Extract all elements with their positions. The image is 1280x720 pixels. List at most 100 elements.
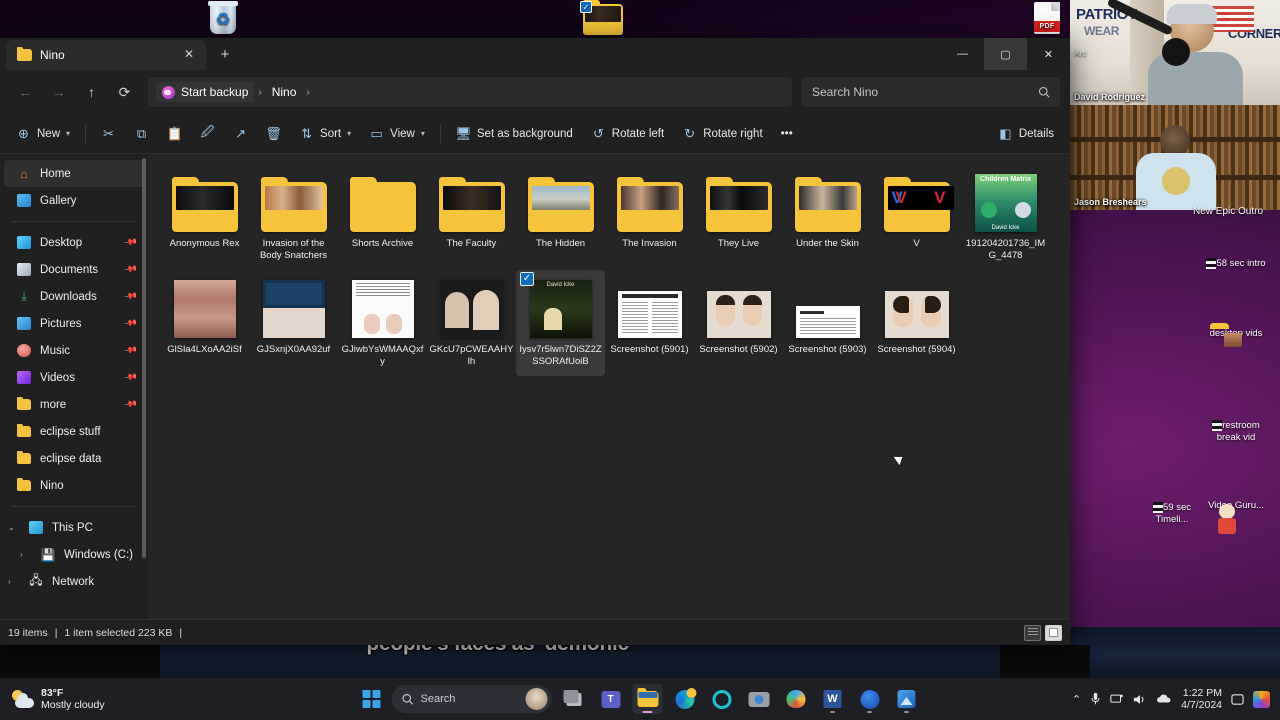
sidebar-item-nino[interactable]: Nino — [4, 472, 144, 499]
avatar[interactable] — [525, 688, 548, 710]
desktop-icon-desktop-vids[interactable]: desktop vids — [1202, 328, 1270, 347]
breadcrumb-item-nino[interactable]: Nino — [266, 82, 303, 102]
taskbar-browser-blue[interactable] — [855, 684, 885, 714]
new-tab-button[interactable]: + — [212, 42, 238, 68]
sidebar-item-pictures[interactable]: Pictures 📌 — [4, 310, 144, 337]
file-item[interactable]: Under the Skin — [783, 164, 872, 270]
taskbar-file-explorer[interactable] — [632, 684, 663, 714]
desktop-icon-video-guru[interactable]: Video.Guru... — [1202, 500, 1270, 534]
tray-overflow-button[interactable]: ⌃ — [1072, 693, 1081, 706]
chevron-right-icon[interactable]: › — [20, 550, 32, 559]
volume-icon[interactable] — [1133, 693, 1147, 706]
taskbar-edge[interactable] — [670, 684, 700, 714]
file-item[interactable]: GJSxnjX0AA92uf — [249, 270, 338, 376]
desktop-icon-pdf[interactable] — [1016, 2, 1078, 37]
refresh-button[interactable]: ⟳ — [109, 77, 140, 108]
file-item[interactable]: Invasion of the Body Snatchers — [249, 164, 338, 270]
tab-close-button[interactable]: ✕ — [180, 46, 198, 64]
file-item[interactable]: They Live — [694, 164, 783, 270]
taskbar-search[interactable]: Search — [391, 685, 552, 713]
sidebar-item-documents[interactable]: Documents 📌 — [4, 256, 144, 283]
sidebar-item-music[interactable]: Music 📌 — [4, 337, 144, 364]
video-participant-bottom[interactable]: Jason Breshears — [1070, 105, 1280, 210]
taskbar-task-view[interactable] — [559, 684, 589, 714]
list-view-toggle[interactable] — [1024, 624, 1041, 641]
rename-button[interactable]: 🖉 — [192, 121, 223, 146]
sidebar-item-network[interactable]: › 🖧 Network — [4, 568, 144, 595]
start-button[interactable] — [359, 686, 385, 712]
file-item[interactable]: Anonymous Rex — [160, 164, 249, 270]
file-item[interactable]: Shorts Archive — [338, 164, 427, 270]
share-button[interactable]: ↗ — [225, 121, 256, 146]
navigation-pane[interactable]: ⌂ Home Gallery Desktop 📌 Documents 📌 ⤓ D… — [0, 154, 148, 619]
desktop-icon-restroom-break-vid[interactable]: restroom break vid — [1202, 420, 1270, 444]
onedrive-icon[interactable] — [1156, 693, 1172, 705]
chevron-right-icon[interactable]: › — [8, 577, 20, 586]
file-item[interactable]: Children Matrix David Icke 191204201736_… — [961, 164, 1050, 270]
details-pane-button[interactable]: ◧ Details — [990, 121, 1062, 146]
explorer-tab[interactable]: Nino ✕ — [6, 40, 206, 70]
file-item[interactable]: GKcU7pCWEAAHYlh — [427, 270, 516, 376]
taskbar-word[interactable]: W — [818, 684, 848, 714]
file-item[interactable]: Screenshot (5902) — [694, 270, 783, 376]
taskbar-paint[interactable] — [781, 684, 811, 714]
selection-checkmark-icon[interactable]: ✓ — [520, 272, 534, 286]
sort-button[interactable]: ⇅ Sort ▾ — [291, 121, 359, 146]
forward-button[interactable]: → — [43, 77, 74, 108]
file-item[interactable]: V V V V — [872, 164, 961, 270]
sidebar-item-more[interactable]: more 📌 — [4, 391, 144, 418]
file-item[interactable]: ✓ David Icke Iysv7r5lwn7DiSZ2ZSSORAfUoiB — [516, 270, 605, 376]
mic-icon[interactable] — [1090, 692, 1101, 706]
taskbar-camera[interactable] — [744, 684, 774, 714]
details-view-toggle[interactable] — [1045, 624, 1062, 641]
file-explorer-window[interactable]: Nino ✕ + — ▢ ✕ ← → ↑ ⟳ Start backup › Ni… — [0, 38, 1070, 645]
desktop-icon-58-sec-intro[interactable]: 58 sec intro — [1202, 258, 1270, 270]
maximize-button[interactable]: ▢ — [984, 38, 1027, 70]
sidebar-item-home[interactable]: ⌂ Home — [4, 160, 144, 187]
store-icon[interactable] — [1253, 690, 1270, 708]
sidebar-scrollbar[interactable] — [142, 158, 146, 558]
new-button[interactable]: ⊕ New ▾ — [8, 121, 78, 146]
video-participant-top[interactable]: PATRIOT WEAR S CORNER Arc David Rodrigue… — [1070, 0, 1280, 105]
desktop-icon-59-sec-timeline[interactable]: 59 sec Timeli... — [1138, 502, 1206, 526]
clock[interactable]: 1:22 PM 4/7/2024 — [1181, 687, 1222, 711]
taskbar-photos[interactable] — [892, 684, 922, 714]
file-list-area[interactable]: Anonymous Rex Invasion of the Body Snatc… — [148, 154, 1070, 619]
sidebar-item-eclipse-stuff[interactable]: eclipse stuff — [4, 418, 144, 445]
taskbar-teams[interactable]: T — [596, 684, 626, 714]
sidebar-item-downloads[interactable]: ⤓ Downloads 📌 — [4, 283, 144, 310]
weather-widget[interactable]: 83°F Mostly cloudy — [0, 687, 300, 711]
breadcrumb-item-start-backup[interactable]: Start backup — [156, 82, 255, 102]
file-item[interactable]: GJiwbYsWMAAQxfy — [338, 270, 427, 376]
cut-button[interactable]: ✂ — [93, 121, 124, 146]
sidebar-item-windows-c[interactable]: › 💾 Windows (C:) — [4, 541, 144, 568]
view-button[interactable]: ▭ View ▾ — [361, 121, 433, 146]
search-input[interactable]: Search Nino — [802, 77, 1060, 107]
file-item[interactable]: Screenshot (5903) — [783, 270, 872, 376]
file-item[interactable]: Screenshot (5901) — [605, 270, 694, 376]
sidebar-item-desktop[interactable]: Desktop 📌 — [4, 229, 144, 256]
file-item[interactable]: Screenshot (5904) — [872, 270, 961, 376]
minimize-button[interactable]: — — [941, 38, 984, 70]
sidebar-item-gallery[interactable]: Gallery — [4, 187, 144, 214]
delete-button[interactable]: 🗑 — [258, 121, 289, 146]
chevron-down-icon[interactable]: ⌄ — [8, 523, 20, 532]
taskbar-alexa[interactable] — [707, 684, 737, 714]
taskbar[interactable]: 83°F Mostly cloudy Search T W ⌃ 1:22 PM … — [0, 678, 1280, 720]
sidebar-item-this-pc[interactable]: ⌄ This PC — [4, 514, 144, 541]
more-options-button[interactable]: ••• — [773, 123, 801, 145]
up-button[interactable]: ↑ — [76, 77, 107, 108]
rotate-right-button[interactable]: ↻ Rotate right — [674, 121, 770, 146]
desktop-icon-folder[interactable]: ✓ — [572, 0, 634, 38]
desktop-icon-recycle-bin[interactable] — [192, 1, 254, 37]
paste-button[interactable]: 📋 — [159, 121, 190, 146]
rotate-left-button[interactable]: ↺ Rotate left — [583, 121, 672, 146]
file-item[interactable]: GlSla4LXoAA2iSf — [160, 270, 249, 376]
file-item[interactable]: The Hidden — [516, 164, 605, 270]
sidebar-item-videos[interactable]: Videos 📌 — [4, 364, 144, 391]
network-icon[interactable] — [1110, 693, 1124, 706]
set-as-background-button[interactable]: 🖥 Set as background — [448, 121, 581, 146]
file-item[interactable]: The Invasion — [605, 164, 694, 270]
close-button[interactable]: ✕ — [1027, 38, 1070, 70]
back-button[interactable]: ← — [10, 77, 41, 108]
